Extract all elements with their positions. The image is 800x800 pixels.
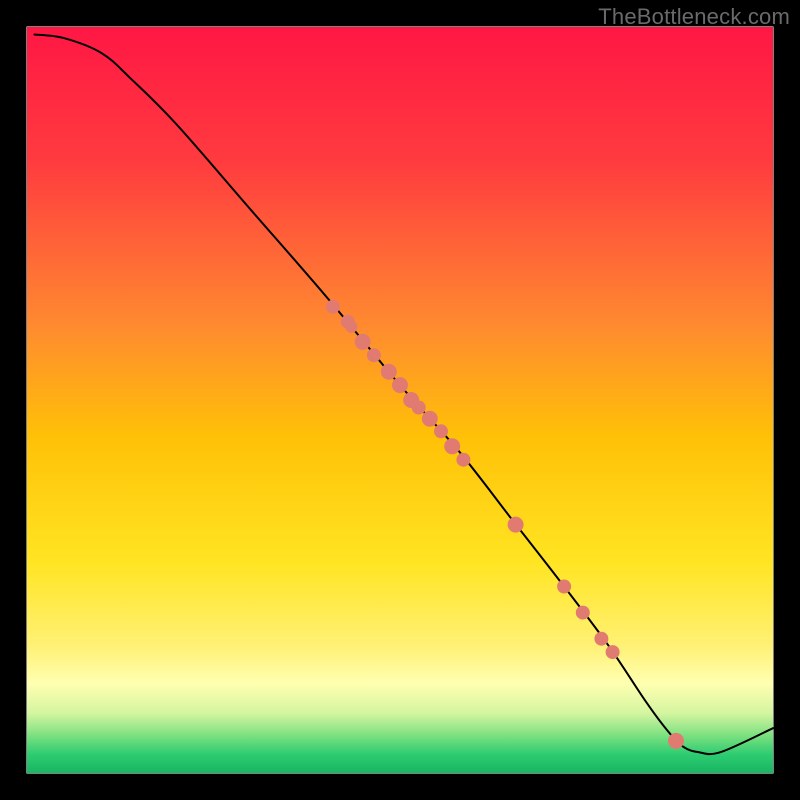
chart-plot [0,0,800,800]
data-point [381,364,397,380]
data-point [444,438,460,454]
data-point [668,733,684,749]
data-point [594,632,608,646]
data-point [422,411,438,427]
data-point [576,606,590,620]
watermark-text: TheBottleneck.com [598,4,790,30]
data-point [346,321,358,333]
data-point [606,645,620,659]
data-point [434,424,448,438]
data-point [508,517,524,533]
chart-container: TheBottleneck.com [0,0,800,800]
data-point [367,348,381,362]
data-point [456,453,470,467]
data-point [392,377,408,393]
plot-background [27,27,773,773]
data-point [326,300,340,314]
data-point [557,580,571,594]
data-point [412,401,426,415]
data-point [355,334,371,350]
